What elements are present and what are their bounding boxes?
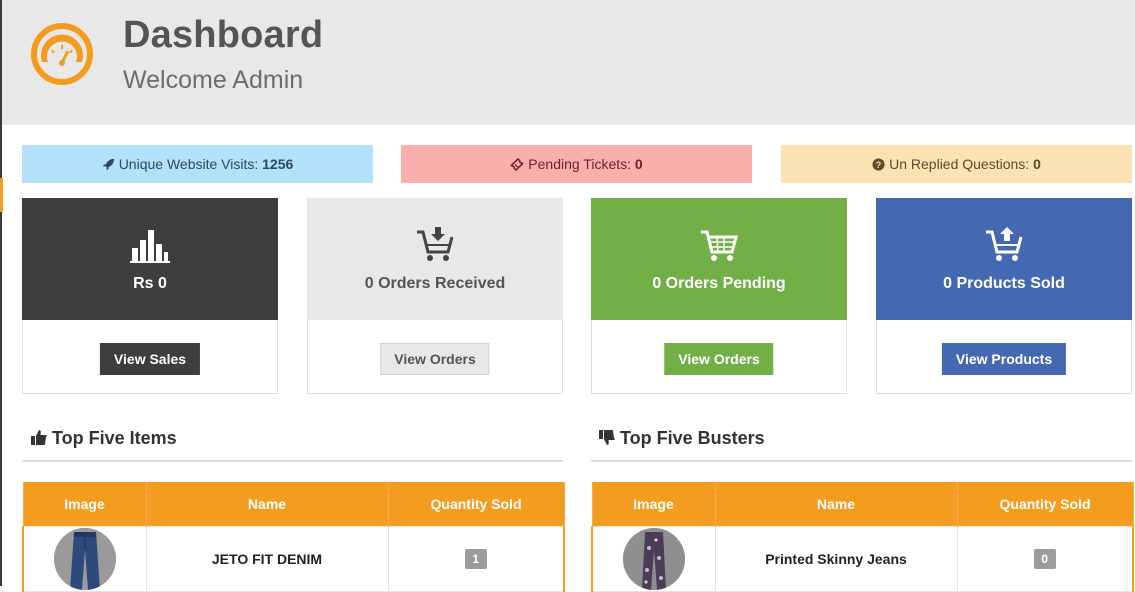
product-name: JETO FIT DENIM — [145, 526, 389, 592]
speedometer-icon — [31, 23, 93, 85]
quantity-cell: 1 — [387, 526, 565, 592]
orders-received-value: 0 Orders Received — [364, 275, 506, 292]
view-orders-pending-button[interactable]: View Orders — [664, 343, 774, 375]
table-header-row: Image Name Quantity Sold — [591, 482, 1134, 527]
top-items-label: Top Five Items — [52, 428, 177, 448]
quantity-badge: 1 — [464, 549, 487, 569]
view-sales-button[interactable]: View Sales — [99, 343, 201, 375]
orders-received-card: 0 Orders Received View Orders — [307, 198, 563, 394]
orders-received-card-header: 0 Orders Received — [307, 198, 563, 320]
column-header-name[interactable]: Name — [714, 482, 958, 527]
quantity-badge: 0 — [1033, 549, 1056, 569]
product-name: Printed Skinny Jeans — [714, 526, 958, 592]
rocket-icon — [102, 147, 115, 185]
products-sold-card: 0 Products Sold View Products — [876, 198, 1132, 394]
sales-card-header: Rs 0 — [22, 198, 278, 320]
table-row[interactable]: Printed Skinny Jeans 0 — [591, 526, 1134, 592]
tickets-alert: Pending Tickets: 0 — [401, 145, 752, 183]
product-thumbnail[interactable] — [53, 528, 116, 590]
thumbs-up-icon — [31, 429, 47, 450]
questions-alert: ? Un Replied Questions: 0 — [781, 145, 1132, 183]
sales-value: Rs 0 — [133, 275, 167, 292]
column-header-name[interactable]: Name — [145, 482, 389, 527]
visits-alert: Unique Website Visits: 1256 — [22, 145, 373, 183]
products-sold-value: 0 Products Sold — [943, 275, 1065, 292]
cart-download-icon — [417, 227, 454, 261]
column-header-quantity[interactable]: Quantity Sold — [387, 482, 565, 527]
view-products-button[interactable]: View Products — [941, 343, 1067, 375]
cart-icon — [701, 230, 738, 261]
divider — [591, 460, 1132, 462]
cart-upload-icon — [986, 227, 1023, 261]
top-items-title: Top Five Items — [31, 428, 177, 450]
svg-text:?: ? — [876, 160, 882, 170]
view-orders-received-button[interactable]: View Orders — [380, 343, 490, 375]
questions-label: Un Replied Questions: — [889, 156, 1030, 172]
image-cell — [591, 526, 716, 592]
bar-chart-icon — [130, 230, 170, 263]
sales-card: Rs 0 View Sales — [22, 198, 278, 394]
visits-value: 1256 — [262, 156, 294, 172]
top-busters-title: Top Five Busters — [599, 428, 765, 450]
tickets-label: Pending Tickets: — [528, 156, 632, 172]
top-items-table: Image Name Quantity Sold JETO FIT DENIM … — [22, 482, 565, 592]
column-header-image[interactable]: Image — [591, 482, 716, 527]
questions-value: 0 — [1033, 156, 1041, 172]
quantity-cell: 0 — [956, 526, 1134, 592]
page-header: Dashboard Welcome Admin — [2, 0, 1135, 125]
visits-label: Unique Website Visits: — [118, 156, 259, 172]
top-busters-label: Top Five Busters — [620, 428, 765, 448]
column-header-quantity[interactable]: Quantity Sold — [956, 482, 1134, 527]
image-cell — [22, 526, 147, 592]
table-row[interactable]: JETO FIT DENIM 1 — [22, 526, 565, 592]
page-subtitle: Welcome Admin — [123, 66, 304, 94]
top-busters-table: Image Name Quantity Sold Printed Skinny … — [591, 482, 1134, 592]
question-circle-icon: ? — [872, 147, 885, 185]
orders-pending-card-header: 0 Orders Pending — [591, 198, 847, 320]
tickets-value: 0 — [634, 156, 643, 172]
sidebar-marker — [0, 178, 3, 212]
thumbs-down-icon — [599, 429, 615, 450]
orders-pending-card: 0 Orders Pending View Orders — [591, 198, 847, 394]
products-sold-card-header: 0 Products Sold — [876, 198, 1132, 320]
product-thumbnail[interactable] — [622, 528, 685, 590]
page-title: Dashboard — [123, 14, 324, 56]
divider — [22, 460, 563, 462]
column-header-image[interactable]: Image — [22, 482, 147, 527]
table-header-row: Image Name Quantity Sold — [22, 482, 565, 527]
orders-pending-value: 0 Orders Pending — [652, 275, 786, 292]
ticket-icon — [510, 147, 524, 185]
